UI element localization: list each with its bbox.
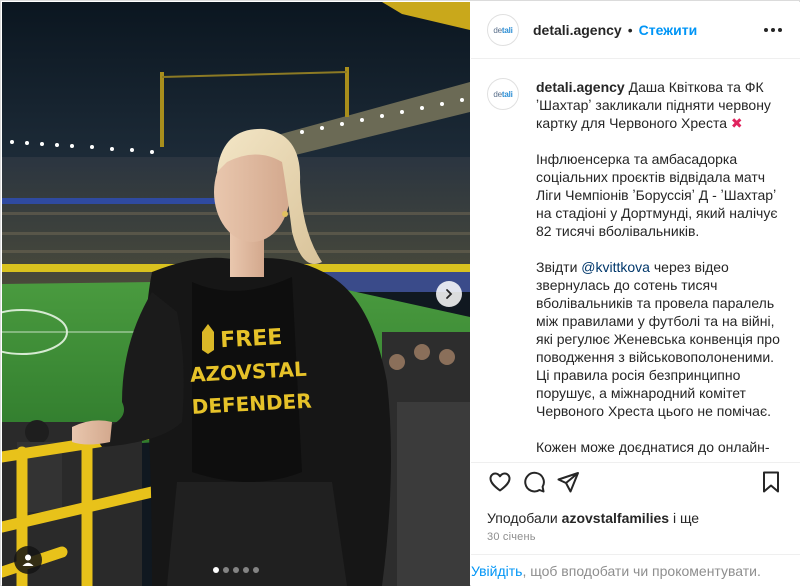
carousel-dot [213, 567, 219, 573]
post-caption: detali detali.agency Даша Квіткова та ФК… [471, 60, 800, 462]
more-icon [764, 28, 768, 32]
shirt-line-3: DEFENDER [191, 388, 313, 419]
save-icon [763, 471, 779, 492]
login-prompt: Увійдіть, щоб вподобати чи прокоментуват… [471, 554, 800, 586]
paragraph-2-prefix: Звідти [536, 259, 578, 275]
shirt-print: FREE AZOVSTAL DEFENDER [188, 321, 313, 423]
user-icon [22, 554, 34, 566]
post-photo [2, 2, 470, 586]
carousel-dot [243, 567, 249, 573]
cross-mark-emoji: ✖ [730, 115, 743, 131]
post-side-panel: detali detali.agency • Стежити detali de… [471, 2, 800, 586]
like-button[interactable] [483, 467, 517, 497]
post-actions [471, 462, 800, 500]
carousel-indicator [2, 567, 470, 573]
likes-suffix[interactable]: і ще [673, 510, 699, 526]
instagram-post-window: FREE AZOVSTAL DEFENDER detali detali.age… [0, 0, 800, 586]
username-link[interactable]: detali.agency [533, 22, 622, 38]
follow-button[interactable]: Стежити [639, 22, 698, 38]
share-icon [557, 471, 579, 492]
likes-summary: Уподобали azovstalfamilies і ще [487, 510, 699, 526]
paragraph-2-rest: через відео звернулась до сотень тисяч в… [536, 259, 780, 419]
carousel-dot [223, 567, 229, 573]
comment-button[interactable] [517, 467, 551, 497]
avatar[interactable]: detali [487, 14, 519, 46]
carousel-next-button[interactable] [436, 281, 462, 307]
login-prompt-text: , щоб вподобати чи прокоментувати. [522, 562, 761, 579]
carousel-dot [233, 567, 239, 573]
caption-text: detali.agency Даша Квіткова та ФК ʼШахта… [536, 78, 784, 456]
caption-paragraph-1: Інфлюенсерка та амбасадорка соціальних п… [536, 151, 778, 239]
login-link[interactable]: Увійдіть [471, 563, 522, 579]
post-header: detali detali.agency • Стежити [471, 2, 800, 59]
caption-username[interactable]: detali.agency [536, 79, 625, 95]
more-icon-dot [778, 28, 782, 32]
caption-paragraph-2: Звідти @kvittkova через відео звернулась… [536, 258, 784, 420]
post-date[interactable]: 30 січень [487, 531, 536, 543]
share-button[interactable] [551, 467, 585, 497]
caption-paragraph-3: Кожен може доєднатися до онлайн- [536, 439, 770, 455]
chevron-right-icon [446, 289, 453, 299]
likes-prefix: Уподобали [487, 510, 558, 526]
comment-icon [524, 471, 545, 492]
more-icon-dot [771, 28, 775, 32]
agency-logo: detali [493, 89, 513, 99]
save-button[interactable] [754, 467, 788, 497]
mention-link[interactable]: @kvittkova [581, 259, 650, 275]
caption-avatar[interactable]: detali [487, 78, 519, 110]
heart-icon [489, 472, 511, 491]
agency-logo: detali [493, 25, 513, 35]
caption-title: detali.agency Даша Квіткова та ФК ʼШахта… [536, 78, 784, 132]
separator-dot: • [627, 22, 633, 38]
carousel-dot [253, 567, 259, 573]
more-options-button[interactable] [760, 24, 786, 36]
post-media[interactable]: FREE AZOVSTAL DEFENDER [2, 2, 470, 586]
liked-by-user-link[interactable]: azovstalfamilies [562, 510, 669, 526]
